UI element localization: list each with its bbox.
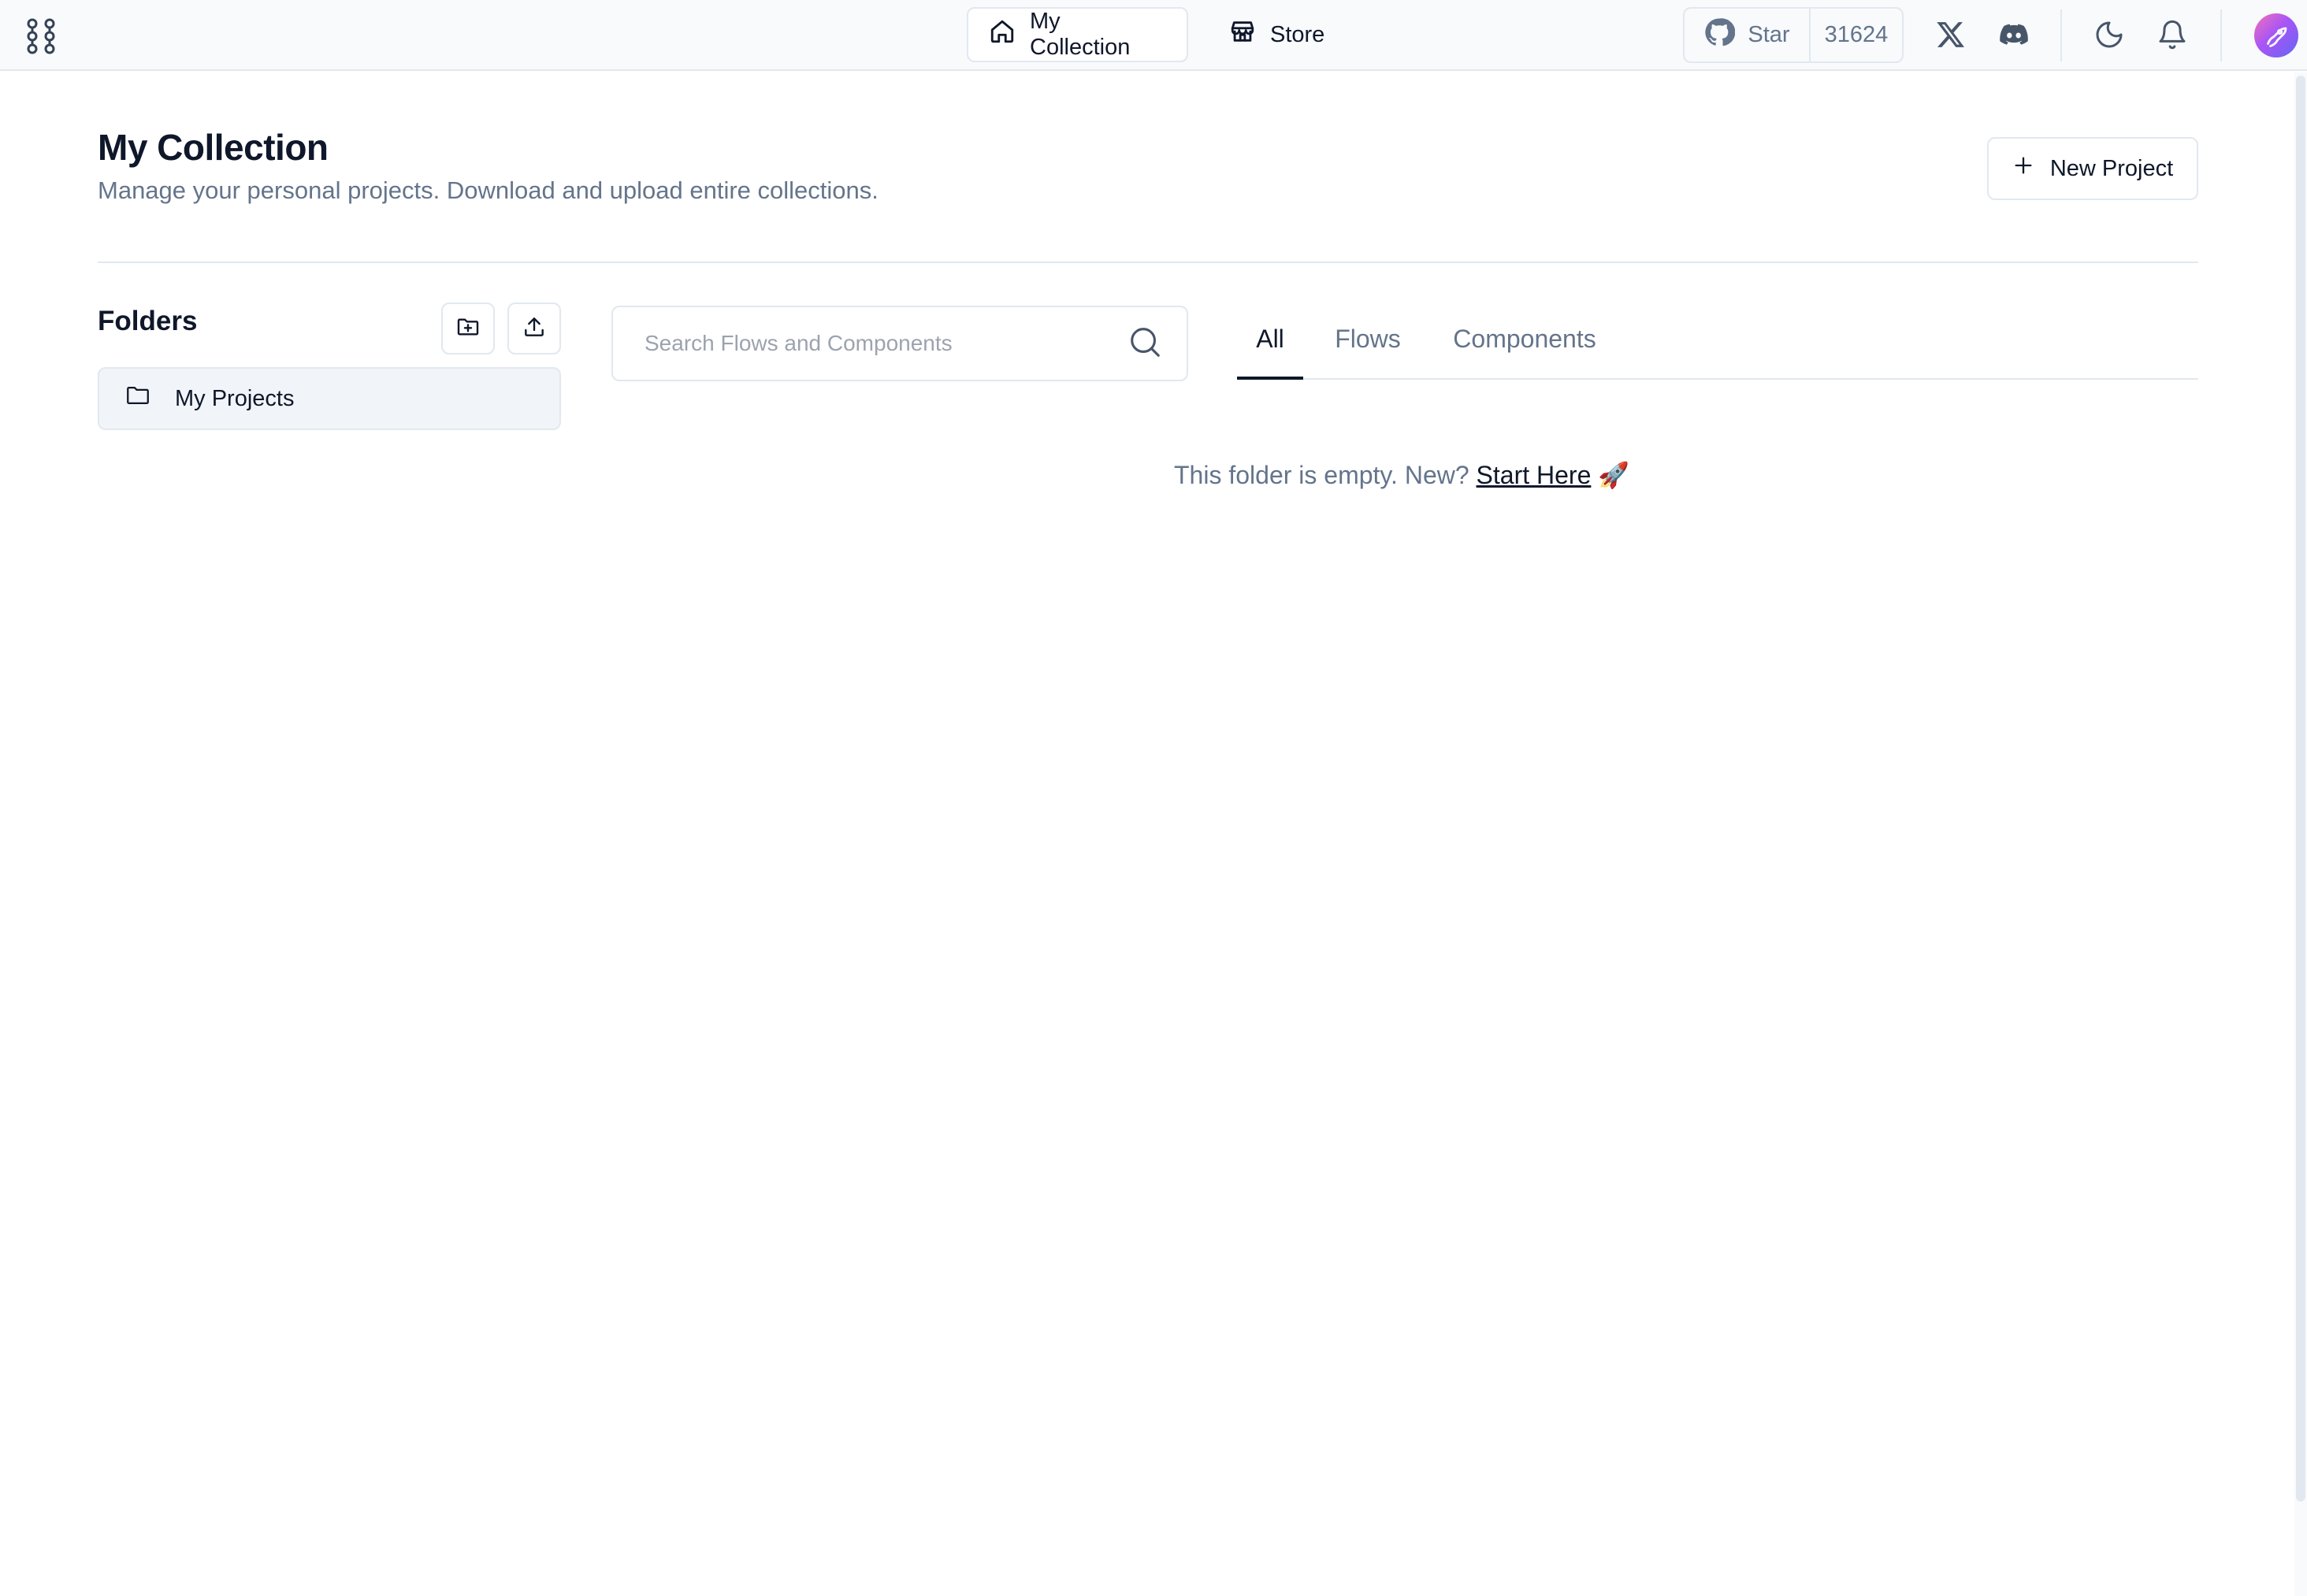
- nav-store-button[interactable]: Store: [1209, 7, 1335, 62]
- langflow-logo-icon[interactable]: [24, 16, 58, 55]
- new-project-button[interactable]: New Project: [1987, 137, 2198, 200]
- app-root: My Collection Store Star 31624 My Collec…: [0, 0, 2307, 1596]
- user-avatar[interactable]: [2254, 13, 2298, 58]
- home-icon: [989, 18, 1016, 51]
- empty-state-text: This folder is empty. New?: [1174, 461, 1469, 489]
- divider: [2220, 9, 2222, 61]
- folders-title: Folders: [98, 306, 198, 336]
- folder-icon: [124, 382, 151, 415]
- rocket-emoji: 🚀: [1598, 461, 1630, 489]
- github-icon: [1703, 17, 1736, 54]
- bell-icon[interactable]: [2154, 17, 2190, 53]
- nav-store-label: Store: [1270, 21, 1325, 47]
- folder-plus-icon: [455, 314, 481, 343]
- search-box: [611, 306, 1188, 381]
- new-project-label: New Project: [2049, 155, 2174, 181]
- empty-state: This folder is empty. New? Start Here 🚀: [1174, 460, 1629, 490]
- search-input[interactable]: [645, 331, 1127, 356]
- github-star-left[interactable]: Star: [1685, 9, 1811, 61]
- tab-all[interactable]: All: [1237, 318, 1303, 380]
- top-bar: My Collection Store Star 31624: [0, 0, 2307, 71]
- github-star-label: Star: [1748, 22, 1790, 47]
- discord-icon[interactable]: [1996, 17, 2032, 53]
- github-star-button[interactable]: Star 31624: [1683, 7, 1904, 63]
- page-title: My Collection: [98, 127, 329, 168]
- nav-my-collection-label: My Collection: [1030, 9, 1131, 60]
- nav-my-collection-button[interactable]: My Collection: [967, 7, 1188, 62]
- tab-flows[interactable]: Flows: [1330, 318, 1406, 380]
- upload-icon: [522, 314, 547, 343]
- page-subtitle: Manage your personal projects. Download …: [98, 176, 879, 204]
- upload-folder-button[interactable]: [507, 302, 561, 354]
- sidebar-item-my-projects[interactable]: My Projects: [98, 367, 561, 430]
- start-here-link[interactable]: Start Here: [1477, 461, 1592, 489]
- divider: [2060, 9, 2062, 61]
- moon-icon[interactable]: [2091, 17, 2127, 53]
- store-icon: [1229, 18, 1256, 51]
- plus-icon: [2012, 154, 2034, 183]
- header-divider: [98, 262, 2198, 263]
- github-star-count: 31624: [1824, 22, 1889, 47]
- x-twitter-icon[interactable]: [1933, 17, 1969, 53]
- tab-components[interactable]: Components: [1442, 318, 1607, 380]
- add-folder-button[interactable]: [441, 302, 495, 354]
- search-icon[interactable]: [1127, 324, 1163, 364]
- scrollbar-thumb[interactable]: [2296, 76, 2305, 1501]
- sidebar-item-label: My Projects: [175, 385, 295, 411]
